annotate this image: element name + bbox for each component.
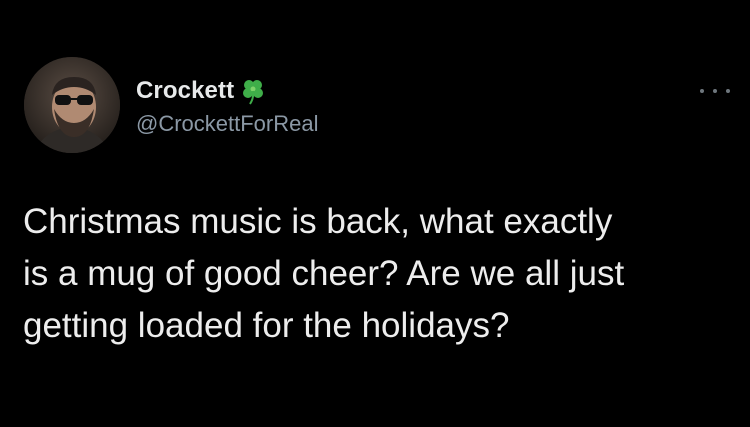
user-handle[interactable]: @CrockettForReal	[136, 111, 319, 137]
four-leaf-clover-icon	[238, 76, 268, 106]
more-options-icon[interactable]	[700, 84, 730, 98]
author-name-row: Crockett	[136, 76, 268, 106]
dot-icon	[713, 89, 717, 93]
tweet-card: Crockett @CrockettForReal Christmas musi…	[0, 0, 750, 427]
display-name[interactable]: Crockett	[136, 77, 234, 105]
avatar-photo	[24, 57, 120, 153]
dot-icon	[726, 89, 730, 93]
avatar[interactable]	[24, 57, 120, 153]
dot-icon	[700, 89, 704, 93]
tweet-text: Christmas music is back, what exactly is…	[23, 202, 625, 345]
